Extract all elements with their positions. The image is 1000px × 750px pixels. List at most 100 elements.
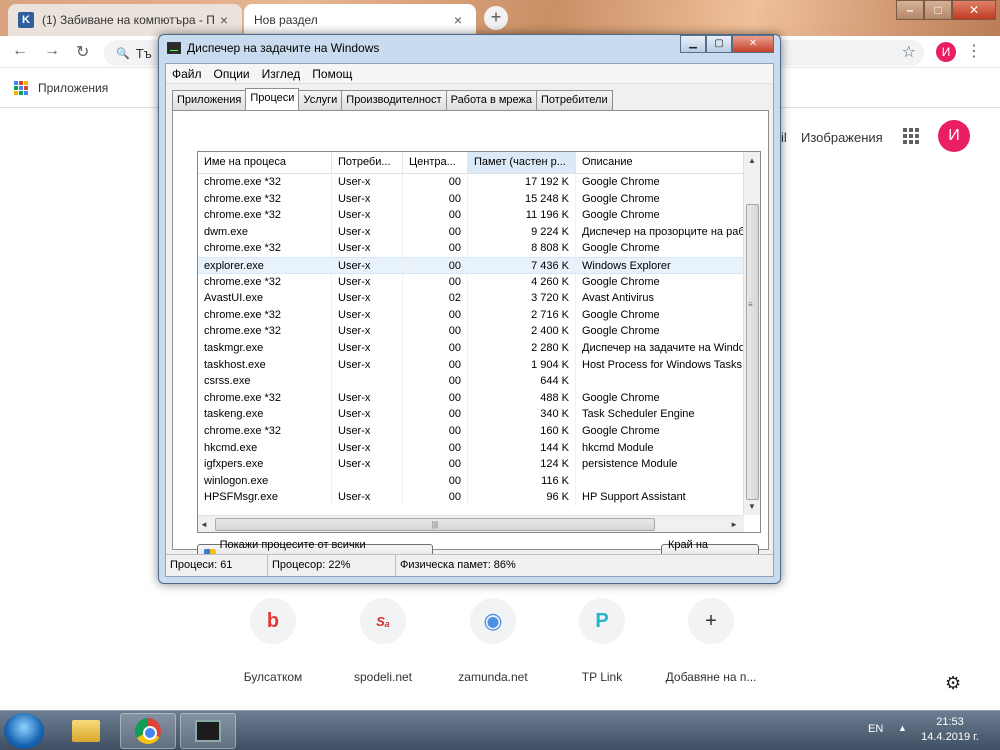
images-link[interactable]: Изображения: [801, 130, 883, 145]
table-row[interactable]: explorer.exe User-x 00 7 436 K Windows Explo…: [198, 256, 760, 274]
shortcut-label: TP Link: [581, 670, 623, 684]
taskbar-task-manager[interactable]: [180, 713, 236, 749]
tab-users[interactable]: Потребители: [536, 90, 613, 110]
description-cell: Диспечер на прозорците на работ: [576, 223, 744, 241]
task-manager-titlebar[interactable]: Диспечер на задачите на Windows ▁ ▢ ✕: [159, 35, 780, 61]
tab-new-tab[interactable]: Нов раздел ×: [244, 4, 476, 36]
close-button[interactable]: ✕: [952, 0, 996, 20]
column-header-name[interactable]: Име на процеса: [198, 152, 332, 173]
horizontal-scrollbar[interactable]: ◄ ||| ►: [198, 515, 744, 532]
process-name-cell: chrome.exe *32: [198, 306, 332, 324]
table-row[interactable]: chrome.exe *32 User-x 00 8 808 K Google Chro…: [198, 240, 760, 257]
shortcut-spodeli[interactable]: Sₐ spodeli.net: [327, 598, 439, 684]
column-header-cpu[interactable]: Центра...: [403, 152, 468, 173]
description-cell: Google Chrome: [576, 323, 744, 340]
reload-icon[interactable]: ↻: [76, 42, 89, 62]
user-cell: User-x: [332, 439, 403, 457]
description-cell: Google Chrome: [576, 240, 744, 257]
table-row[interactable]: chrome.exe *32 User-x 00 17 192 K Google Chr…: [198, 174, 760, 191]
table-row[interactable]: chrome.exe *32 User-x 00 11 196 K Google Chr…: [198, 207, 760, 224]
new-tab-button[interactable]: +: [484, 6, 508, 30]
vertical-scrollbar[interactable]: ▲ ≡ ▼: [743, 152, 760, 515]
table-row[interactable]: winlogon.exe 00 116 K: [198, 472, 760, 490]
tray-expand-icon[interactable]: ▲: [898, 723, 907, 733]
bookmark-star-icon[interactable]: ☆: [902, 42, 916, 62]
search-icon: 🔍: [116, 47, 130, 60]
scroll-left-arrow-icon[interactable]: ◄: [200, 516, 208, 532]
tab-close-icon[interactable]: ×: [216, 12, 232, 28]
forward-arrow-icon[interactable]: →: [44, 42, 60, 60]
horizontal-scroll-thumb[interactable]: |||: [215, 518, 655, 531]
table-row[interactable]: AvastUI.exe User-x 02 3 720 K Avast Antiviru…: [198, 290, 760, 307]
menu-bar: Файл Опции Изглед Помощ: [166, 64, 773, 84]
cpu-cell: 00: [403, 273, 468, 291]
account-avatar[interactable]: И: [938, 120, 970, 152]
gmail-link[interactable]: il: [781, 130, 787, 145]
table-row[interactable]: dwm.exe User-x 00 9 224 K Диспечер на прозор…: [198, 223, 760, 241]
language-indicator[interactable]: EN: [868, 723, 883, 735]
table-row[interactable]: chrome.exe *32 User-x 00 15 248 K Google Chr…: [198, 190, 760, 208]
menu-help[interactable]: Помощ: [312, 67, 352, 81]
minimize-button[interactable]: –: [896, 0, 924, 20]
scroll-down-arrow-icon[interactable]: ▼: [744, 498, 760, 515]
table-row[interactable]: chrome.exe *32 User-x 00 4 260 K Google Chro…: [198, 273, 760, 291]
column-header-user[interactable]: Потреби...: [332, 152, 403, 173]
table-row[interactable]: taskmgr.exe User-x 00 2 280 K Диспечер на за…: [198, 339, 760, 357]
tab-applications[interactable]: Приложения: [172, 90, 247, 110]
taskbar-chrome[interactable]: [120, 713, 176, 749]
shortcut-bulsatcom[interactable]: b Булсатком: [217, 598, 329, 684]
minimize-button[interactable]: ▁: [680, 35, 706, 53]
tab-processes[interactable]: Процеси: [245, 88, 300, 110]
user-cell: User-x: [332, 240, 403, 257]
shortcut-zamunda[interactable]: ◉ zamunda.net: [437, 598, 549, 684]
process-name-cell: chrome.exe *32: [198, 174, 332, 191]
apps-grid-icon[interactable]: [14, 80, 28, 95]
tab-close-icon[interactable]: ×: [450, 12, 466, 28]
column-header-description[interactable]: Описание: [576, 152, 744, 173]
close-button[interactable]: ✕: [732, 35, 774, 53]
process-name-cell: chrome.exe *32: [198, 240, 332, 257]
tab-performance[interactable]: Производителност: [341, 90, 447, 110]
table-row[interactable]: chrome.exe *32 User-x 00 160 K Google Chrome: [198, 422, 760, 440]
description-cell: Google Chrome: [576, 174, 744, 191]
process-name-cell: AvastUI.exe: [198, 290, 332, 307]
shortcut-add[interactable]: + Добавяне на п...: [655, 598, 767, 684]
menu-options[interactable]: Опции: [214, 67, 250, 81]
table-row[interactable]: HPSFMsgr.exe User-x 00 96 K HP Support Assis…: [198, 489, 760, 506]
tab-services[interactable]: Услуги: [298, 90, 343, 110]
table-row[interactable]: chrome.exe *32 User-x 00 2 400 K Google Chro…: [198, 323, 760, 340]
tab-networking[interactable]: Работа в мрежа: [445, 90, 537, 110]
menu-icon[interactable]: ⋮: [966, 41, 982, 61]
table-row[interactable]: igfxpers.exe User-x 00 124 Kpersistence Mod…: [198, 456, 760, 473]
customize-gear-icon[interactable]: ⚙: [945, 673, 961, 694]
menu-view[interactable]: Изглед: [262, 67, 301, 81]
maximize-button[interactable]: ▢: [706, 35, 732, 53]
task-manager-icon: [195, 720, 221, 742]
shortcut-tplink[interactable]: P TP Link: [546, 598, 658, 684]
maximize-button[interactable]: □: [924, 0, 952, 20]
column-header-memory[interactable]: Памет (частен р...: [468, 152, 576, 173]
back-arrow-icon[interactable]: ←: [12, 42, 28, 60]
google-apps-icon[interactable]: [903, 128, 919, 144]
table-row[interactable]: taskhost.exe User-x 00 1 904 K Host Process …: [198, 356, 760, 374]
scroll-thumb[interactable]: [746, 204, 759, 500]
table-row[interactable]: chrome.exe *32 User-x 00 488 K Google Chrome: [198, 389, 760, 407]
cpu-cell: 00: [403, 240, 468, 257]
menu-file[interactable]: Файл: [172, 67, 202, 81]
tab-zabivane[interactable]: K (1) Забиване на компютъра - П ×: [8, 4, 242, 36]
profile-avatar[interactable]: И: [936, 42, 956, 62]
table-row[interactable]: hkcmd.exe User-x 00 144 Khkcmd Module: [198, 439, 760, 457]
description-cell: Google Chrome: [576, 306, 744, 324]
clock-date: 14.4.2019 г.: [921, 731, 979, 743]
scroll-up-arrow-icon[interactable]: ▲: [744, 152, 760, 169]
memory-cell: 8 808 K: [468, 240, 576, 257]
start-button[interactable]: [4, 713, 44, 749]
user-cell: User-x: [332, 223, 403, 241]
table-row[interactable]: chrome.exe *32 User-x 00 2 716 K Google Chro…: [198, 306, 760, 324]
table-row[interactable]: csrss.exe 00 644 K: [198, 373, 760, 390]
table-row[interactable]: taskeng.exe User-x 00 340 K Task Scheduler E…: [198, 406, 760, 423]
taskbar-explorer[interactable]: [58, 713, 114, 749]
scroll-right-arrow-icon[interactable]: ►: [730, 516, 738, 532]
apps-bookmark-label[interactable]: Приложения: [38, 81, 108, 95]
clock[interactable]: 21:53 14.4.2019 г.: [918, 715, 982, 745]
